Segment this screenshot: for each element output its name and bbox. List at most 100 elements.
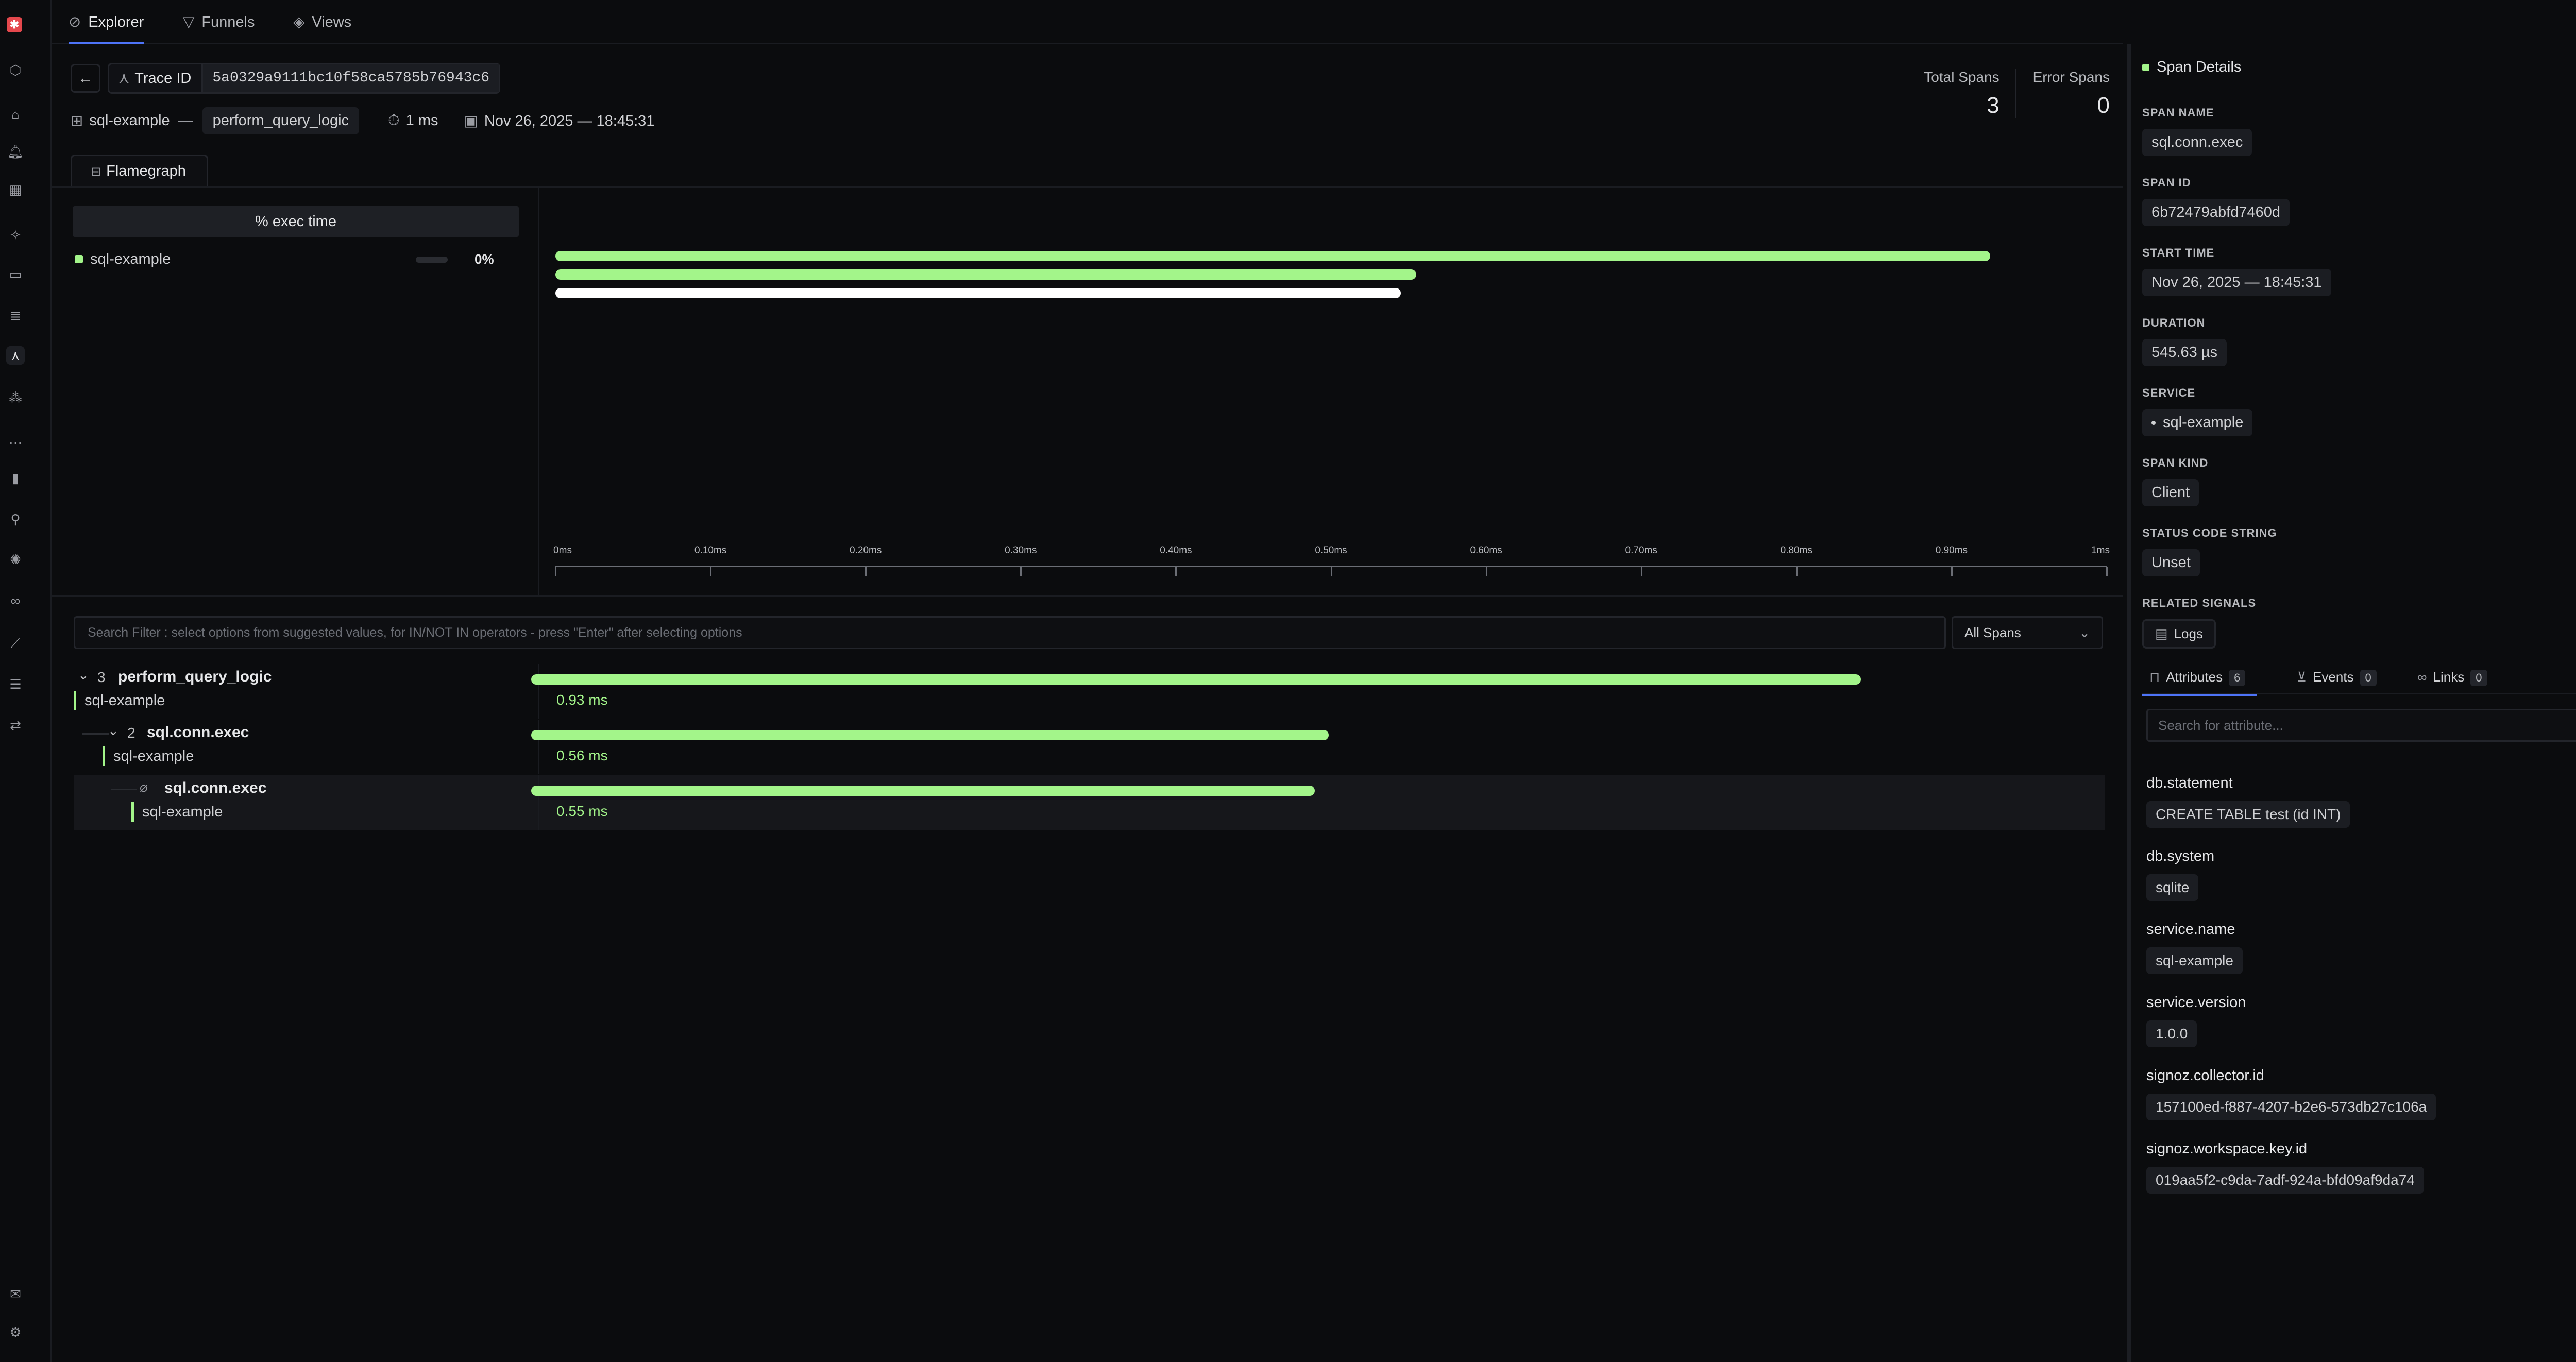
axis-tick (865, 567, 867, 576)
span-details-title: Span Details (2142, 59, 2241, 76)
axis-tick-label: 0.60ms (1470, 545, 1502, 556)
tab-flamegraph[interactable]: ⊟ Flamegraph (71, 155, 208, 186)
attribute-item: service.version 1.0.0 (2146, 994, 2246, 1047)
span-row[interactable]: ⌄ 2 sql.conn.exec sql-example 0.56 ms (74, 720, 2105, 774)
flamegraph-bar[interactable] (555, 288, 1401, 298)
details-tabs: ⊓ Attributes 6 ⊻ Events 0 ∞ Links 0 (2142, 666, 2576, 696)
calendar-icon: ▣ (464, 112, 478, 129)
duration-section: DURATION 545.63 µs (2142, 316, 2227, 366)
exec-time-panel: % exec time sql-example 0% (52, 188, 539, 595)
tree-icon: ⊞ (71, 112, 83, 129)
home-icon[interactable]: ⌂ (6, 105, 25, 124)
axis-tick-label: 0.30ms (1005, 545, 1037, 556)
axis-tick-label: 0.40ms (1160, 545, 1192, 556)
trace-main-panel: ← ⋏ Trace ID 5a0329a9111bc10f58ca5785b769… (52, 44, 2123, 1362)
plug-icon[interactable]: ⚲ (6, 510, 25, 529)
axis-tick (710, 567, 712, 576)
layers-icon: ◈ (293, 14, 305, 30)
more-icon[interactable]: ··· (6, 433, 25, 451)
search-filter-input[interactable]: Search Filter : select options from sugg… (74, 616, 1946, 649)
tab-funnels[interactable]: ▽ Funnels (183, 0, 255, 44)
tab-explorer[interactable]: ⊘ Explorer (69, 0, 144, 44)
axis-tick (555, 567, 556, 576)
top-nav: ⊘ Explorer ▽ Funnels ◈ Views (52, 0, 2123, 44)
status-section: STATUS CODE STRING Unset (2142, 526, 2277, 576)
tab-attributes[interactable]: ⊓ Attributes 6 (2142, 666, 2257, 696)
chevron-down-icon[interactable]: ⌄ (108, 723, 119, 739)
flamegraph-bar[interactable] (555, 251, 1991, 261)
tab-links[interactable]: ∞ Links 0 (2417, 666, 2487, 694)
axis-tick-label: 0.80ms (1780, 545, 1812, 556)
span-duration-bar (531, 786, 1315, 796)
error-spans-stat: Error Spans 0 (2014, 69, 2110, 118)
start-time-section: START TIME Nov 26, 2025 — 18:45:31 (2142, 246, 2331, 296)
bar-chart-icon[interactable]: ▮ (6, 469, 25, 487)
exec-time-row: sql-example 0% (73, 248, 519, 270)
trace-service: sql-example (89, 112, 170, 129)
events-icon: ⊻ (2297, 669, 2307, 685)
left-rail: ✱ ⬡ ⌂ 🔔︎ ▦ ✧ ▭ ≣ ⋏ ⁂ ··· ▮ ⚲ ✺ ∞ ⟋ ☰ ⇄ ✉… (0, 0, 52, 1362)
link-icon: ∞ (2417, 669, 2427, 685)
axis-tick (2106, 567, 2108, 576)
compass-icon: ⊘ (69, 14, 81, 30)
sparkle-icon[interactable]: ✧ (6, 226, 25, 244)
span-id-section: SPAN ID 6b72479abfd7460d (2142, 176, 2290, 226)
axis-tick-label: 0.20ms (850, 545, 882, 556)
trace-id-value[interactable]: 5a0329a9111bc10f58ca5785b76943c6 (203, 64, 499, 92)
flamegraph-bar[interactable] (555, 269, 1417, 280)
trace-id-box: ⋏ Trace ID 5a0329a9111bc10f58ca5785b76943… (108, 63, 501, 94)
span-duration-bar (531, 674, 1861, 685)
flamegraph-canvas[interactable] (541, 188, 2123, 595)
span-row[interactable]: ⌄ 3 perform_query_logic sql-example 0.93… (74, 664, 2105, 719)
leaf-icon: ⌀ (140, 779, 148, 795)
bell-icon[interactable]: 🔔︎ (6, 142, 25, 161)
signoz-logo-icon[interactable]: ✱ (7, 17, 22, 32)
axis-tick-label: 0.90ms (1935, 545, 1968, 556)
settings-gear-icon[interactable]: ⚙ (6, 1323, 25, 1341)
axis-tick-label: 0.50ms (1315, 545, 1347, 556)
span-filter-select[interactable]: All Spans ⌄ (1952, 616, 2103, 649)
funnel-icon: ▽ (183, 14, 195, 30)
bug-icon[interactable]: ✺ (6, 550, 25, 569)
inbox-icon[interactable]: ▭ (6, 265, 25, 283)
root-span-pill: perform_query_logic (202, 107, 360, 134)
tab-views[interactable]: ◈ Views (293, 0, 351, 44)
attribute-item: db.statement CREATE TABLE test (id INT) (2146, 775, 2350, 828)
attribute-item: signoz.collector.id 157100ed-f887-4207-b… (2146, 1067, 2436, 1120)
scroll-icon[interactable]: ≣ (6, 306, 25, 325)
exec-time-header: % exec time (73, 206, 519, 237)
grid-icon[interactable]: ▦ (6, 180, 25, 199)
list-icon[interactable]: ☰ (6, 675, 25, 693)
trace-id-label: ⋏ Trace ID (109, 64, 204, 92)
back-button[interactable]: ← (71, 64, 100, 93)
services-icon[interactable]: ⁂ (6, 388, 25, 407)
cube-icon[interactable]: ⬡ (6, 61, 25, 79)
bookmark-icon: ⊓ (2149, 669, 2160, 685)
span-duration-bar (531, 730, 1329, 740)
line-chart-icon[interactable]: ⟋ (6, 634, 25, 652)
attribute-search-input[interactable]: Search for attribute... (2146, 709, 2576, 742)
chat-icon[interactable]: ✉ (6, 1285, 25, 1303)
axis-tick-label: 0.70ms (1625, 545, 1657, 556)
traces-icon[interactable]: ⋏ (6, 346, 25, 365)
chevron-down-icon[interactable]: ⌄ (78, 667, 89, 683)
timer-icon: ⏱ (388, 112, 400, 129)
span-details-panel: Span Details ◫ SPAN NAME sql.conn.exec S… (2127, 44, 2576, 1362)
binoculars-icon[interactable]: ∞ (6, 591, 25, 610)
axis-tick (1175, 567, 1177, 576)
logs-button[interactable]: ▤ Logs (2142, 619, 2216, 649)
pipeline-icon[interactable]: ⇄ (6, 716, 25, 735)
attribute-item: service.name sql-example (2146, 921, 2243, 974)
span-row-selected[interactable]: ⌀ sql.conn.exec sql-example 0.55 ms (74, 775, 2105, 830)
axis-tick (1640, 567, 1642, 576)
tab-events[interactable]: ⊻ Events 0 (2297, 666, 2377, 694)
axis-tick-label: 0.10ms (694, 545, 727, 556)
trace-duration: 1 ms (405, 112, 438, 129)
axis-tick (1330, 567, 1332, 576)
axis-tick (1485, 567, 1487, 576)
span-name-section: SPAN NAME sql.conn.exec (2142, 106, 2252, 156)
axis-tick (1020, 567, 1022, 576)
span-stats: Total Spans 3 Error Spans 0 (1907, 69, 2110, 118)
trace-meta: ⊞ sql-example — perform_query_logic ⏱ 1 m… (71, 106, 654, 135)
logs-icon: ▤ (2155, 626, 2168, 641)
